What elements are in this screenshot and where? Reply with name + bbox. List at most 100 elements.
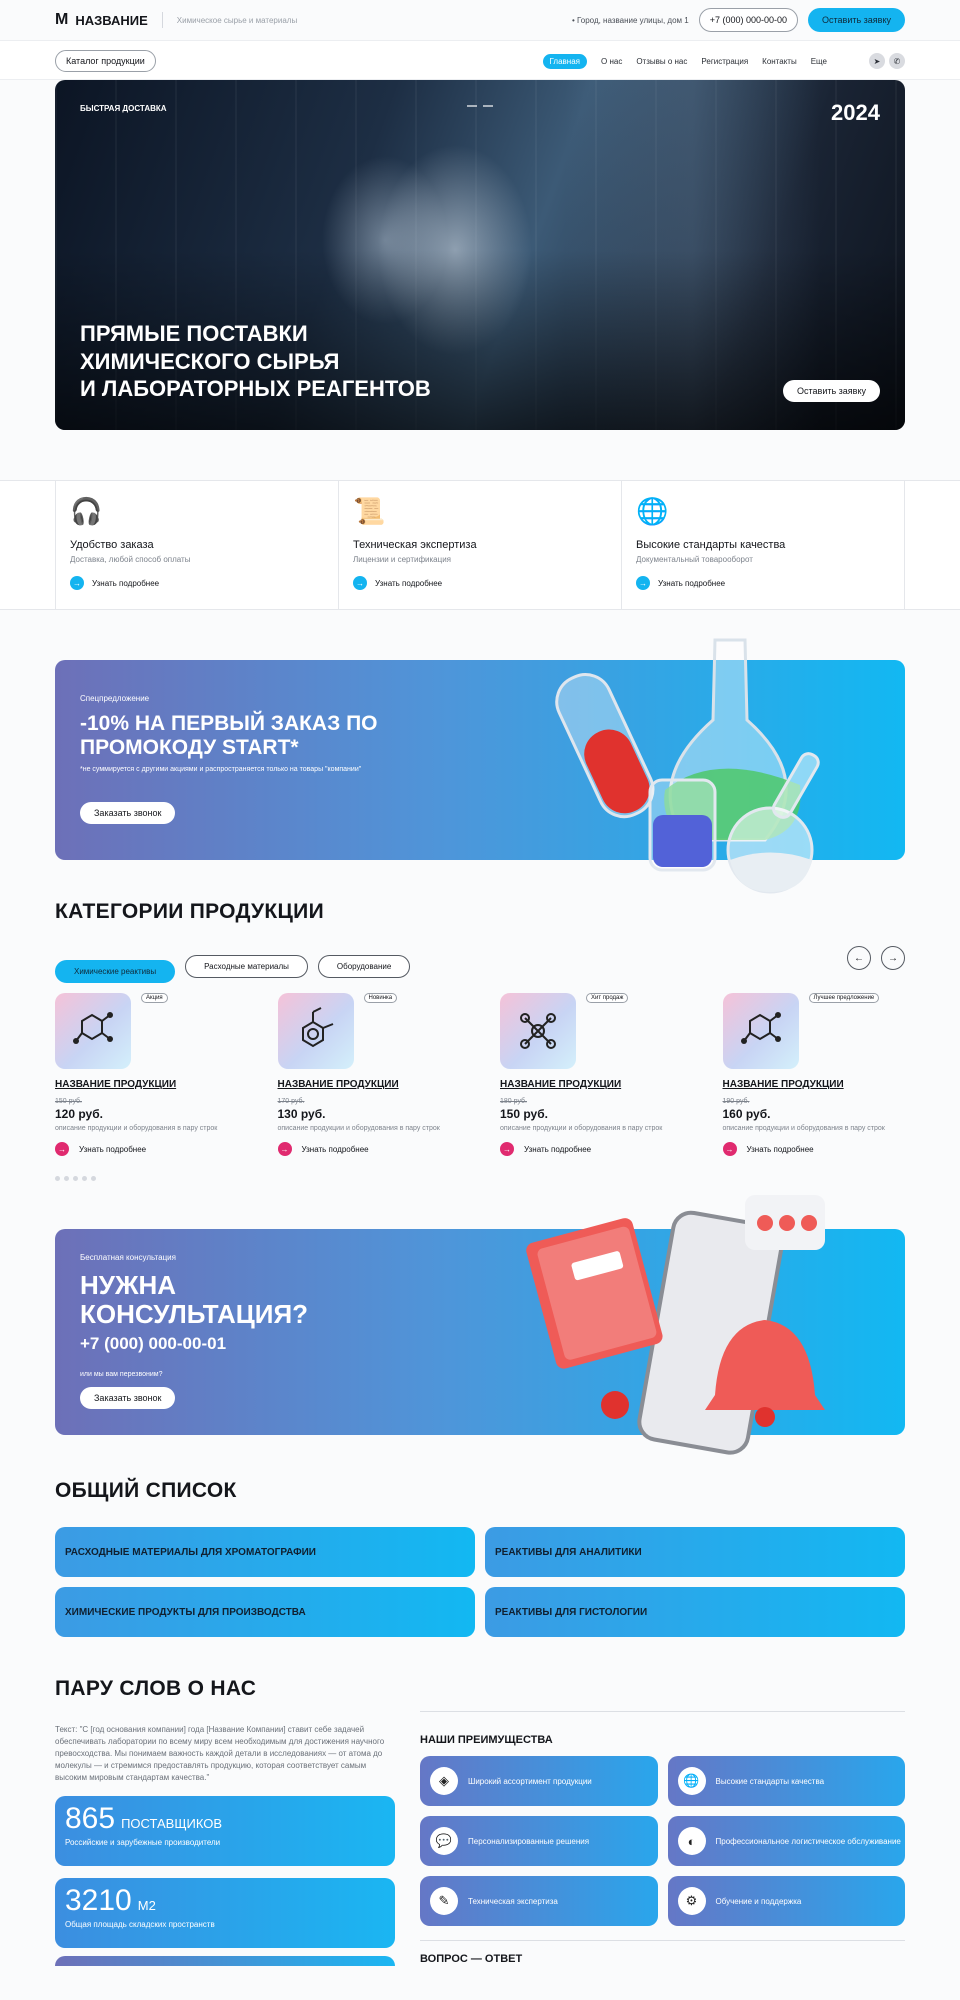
logo-mark: M — [55, 11, 68, 28]
product-price: 150 руб. — [500, 1107, 548, 1121]
product-badge: Лучшее предложение — [808, 993, 880, 1003]
arrow-right-icon: → — [722, 1142, 737, 1156]
telegram-icon[interactable]: ➤ — [869, 53, 885, 69]
learn-more-link[interactable]: → Узнать подробнее — [722, 1142, 906, 1156]
feature-card: 🌐 Высокие стандарты качества Документаль… — [621, 481, 905, 609]
product-name[interactable]: НАЗВАНИЕ ПРОДУКЦИИ — [500, 1079, 683, 1090]
logo[interactable]: M НАЗВАНИЕ Химическое сырье и материалы — [55, 11, 297, 29]
hero-slider-indicator[interactable] — [467, 105, 493, 107]
advantage-label: Обучение и поддержка — [715, 1896, 802, 1906]
consult-title-line: КОНСУЛЬТАЦИЯ? — [80, 1299, 309, 1330]
arrow-right-icon[interactable]: → — [881, 946, 905, 970]
divider — [161, 12, 163, 28]
advantages-grid: ◈ Широкий ассортимент продукции 🌐 Высокие … — [420, 1756, 905, 1926]
list-item[interactable]: РЕАКТИВЫ ДЛЯ АНАЛИТИКИ — [485, 1527, 905, 1577]
promo-banner: Спецпредложение -10% НА ПЕРВЫЙ ЗАКАЗ ПО … — [55, 638, 905, 894]
phone-button[interactable]: +7 (000) 000-00-00 — [698, 8, 799, 32]
consult-tag: Бесплатная консультация — [80, 1253, 176, 1262]
headset-icon: 🎧 — [70, 496, 103, 526]
request-button[interactable]: Оставить заявку — [808, 8, 905, 32]
nav-contacts[interactable]: Контакты — [762, 57, 797, 66]
learn-more-link[interactable]: → Узнать подробнее — [55, 1142, 238, 1156]
product-card[interactable]: Новинка НАЗВАНИЕ ПРОДУКЦИИ 170 руб. 130 … — [277, 993, 461, 1156]
globe-icon: 🌐 — [636, 496, 669, 526]
nav-home[interactable]: Главная — [542, 53, 587, 69]
learn-more-link[interactable]: → Узнать подробнее — [500, 1142, 683, 1156]
product-card[interactable]: Акция НАЗВАНИЕ ПРОДУКЦИИ 150 руб. 120 ру… — [55, 993, 238, 1156]
hero-request-button[interactable]: Оставить заявку — [783, 380, 880, 402]
consult-note: или мы вам перезвоним? — [80, 1371, 163, 1378]
stat-description: Общая площадь складских пространств — [65, 1920, 215, 1929]
learn-more-label: Узнать подробнее — [92, 578, 160, 588]
nav-register[interactable]: Регистрация — [701, 57, 748, 66]
tab-equipment[interactable]: Оборудование — [317, 955, 411, 978]
feature-title: Техническая экспертиза — [353, 539, 477, 551]
list-item[interactable]: ХИМИЧЕСКИЕ ПРОДУКТЫ ДЛЯ ПРОИЗВОДСТВА — [55, 1587, 475, 1637]
feature-title: Высокие стандарты качества — [636, 539, 786, 551]
product-old-price: 190 руб. — [722, 1098, 750, 1105]
product-badge: Хит продаж — [586, 993, 629, 1003]
learn-more-link[interactable]: → Узнать подробнее — [353, 576, 607, 590]
header-contacts: • Город, название улицы, дом 1 +7 (000) … — [572, 8, 905, 32]
product-name[interactable]: НАЗВАНИЕ ПРОДУКЦИИ — [723, 1079, 906, 1090]
top-header: M НАЗВАНИЕ Химическое сырье и материалы … — [55, 0, 905, 40]
nav-about[interactable]: О нас — [601, 57, 622, 66]
address: • Город, название улицы, дом 1 — [571, 15, 689, 25]
features-strip: 🎧 Удобство заказа Доставка, любой способ… — [0, 480, 960, 610]
product-price: 130 руб. — [277, 1107, 326, 1121]
gear-icon: ⚙ — [677, 1887, 706, 1915]
hero-title-line: И ЛАБОРАТОРНЫХ РЕАГЕНТОВ — [80, 376, 431, 401]
hero-title-line: ХИМИЧЕСКОГО СЫРЬЯ — [80, 348, 340, 374]
list-item[interactable]: РЕАКТИВЫ ДЛЯ ГИСТОЛОГИИ — [485, 1587, 905, 1637]
tab-chemical-reagents[interactable]: Химические реактивы — [55, 960, 176, 983]
product-description: описание продукции и оборудования в пару… — [277, 1125, 440, 1132]
stat-number: 3210 — [65, 1884, 132, 1917]
arrow-right-icon: → — [70, 576, 84, 590]
product-badge: Новинка — [363, 993, 398, 1003]
nav-more[interactable]: Еще — [811, 57, 827, 66]
tab-consumables[interactable]: Расходные материалы — [185, 955, 308, 978]
consult-phone[interactable]: +7 (000) 000-00-01 — [80, 1334, 226, 1354]
arrow-left-icon[interactable]: ← — [847, 946, 871, 970]
learn-more-link[interactable]: → Узнать подробнее — [277, 1142, 461, 1156]
catalog-button[interactable]: Каталог продукции — [55, 50, 156, 72]
list-item[interactable]: РАСХОДНЫЕ МАТЕРИАЛЫ ДЛЯ ХРОМАТОГРАФИИ — [55, 1527, 475, 1577]
learn-more-link[interactable]: → Узнать подробнее — [70, 576, 324, 590]
advantage-card[interactable]: ✎ Техническая экспертиза — [420, 1876, 658, 1926]
product-description: описание продукции и оборудования в пару… — [55, 1125, 218, 1132]
nav-links: Главная О нас Отзывы о нас Регистрация К… — [542, 53, 905, 69]
stat-number: 865 — [65, 1802, 116, 1835]
address-text: Город, название улицы, дом 1 — [576, 15, 689, 25]
stat-description: Российские и зарубежные производители — [65, 1838, 221, 1847]
molecule-icon — [722, 993, 799, 1069]
advantage-card[interactable]: ◈ Широкий ассортимент продукции — [420, 1756, 658, 1806]
layers-icon: ◈ — [430, 1767, 458, 1795]
advantage-card[interactable]: ◐ Профессиональное логистическое обслужив… — [667, 1816, 905, 1866]
consultation-banner: Бесплатная консультация НУЖНА КОНСУЛЬТАЦ… — [55, 1195, 905, 1455]
advantage-card[interactable]: ⚙ Обучение и поддержка — [667, 1876, 905, 1926]
phone-illustration — [526, 1195, 825, 1455]
nav-reviews[interactable]: Отзывы о нас — [636, 57, 687, 66]
advantage-card[interactable]: 🌐 Высокие стандарты качества — [667, 1756, 905, 1806]
hero-title: ПРЯМЫЕ ПОСТАВКИ ХИМИЧЕСКОГО СЫРЬЯ И ЛАБО… — [80, 320, 540, 403]
product-description: описание продукции и оборудования в пару… — [722, 1125, 885, 1132]
carousel-dots[interactable] — [55, 1176, 905, 1181]
order-call-button[interactable]: Заказать звонок — [80, 802, 176, 824]
stat-card — [55, 1956, 395, 1966]
product-card[interactable]: Хит продаж НАЗВАНИЕ ПРОДУКЦИИ 180 руб. 1… — [500, 993, 683, 1156]
promo-title: -10% НА ПЕРВЫЙ ЗАКАЗ ПО ПРОМОКОДУ START* — [80, 712, 500, 760]
advantage-label: Широкий ассортимент продукции — [468, 1776, 592, 1786]
learn-more-label: Узнать подробнее — [375, 578, 443, 588]
categories-section: КАТЕГОРИИ ПРОДУКЦИИ Химические реактивы … — [55, 900, 905, 1181]
product-name[interactable]: НАЗВАНИЕ ПРОДУКЦИИ — [278, 1079, 461, 1090]
product-name[interactable]: НАЗВАНИЕ ПРОДУКЦИИ — [55, 1079, 238, 1090]
order-call-button[interactable]: Заказать звонок — [80, 1387, 176, 1409]
stat-card: 3210 М2 Общая площадь складских пространс… — [55, 1878, 395, 1948]
advantage-card[interactable]: 💬 Персонализированные решения — [420, 1816, 658, 1866]
chat-icon: 💬 — [430, 1827, 458, 1855]
whatsapp-icon[interactable]: ✆ — [889, 53, 905, 69]
product-card[interactable]: Лучшее предложение НАЗВАНИЕ ПРОДУКЦИИ 19… — [722, 993, 906, 1156]
learn-more-link[interactable]: → Узнать подробнее — [636, 576, 890, 590]
flask-illustration — [555, 638, 820, 894]
advantage-label: Техническая экспертиза — [468, 1896, 558, 1906]
